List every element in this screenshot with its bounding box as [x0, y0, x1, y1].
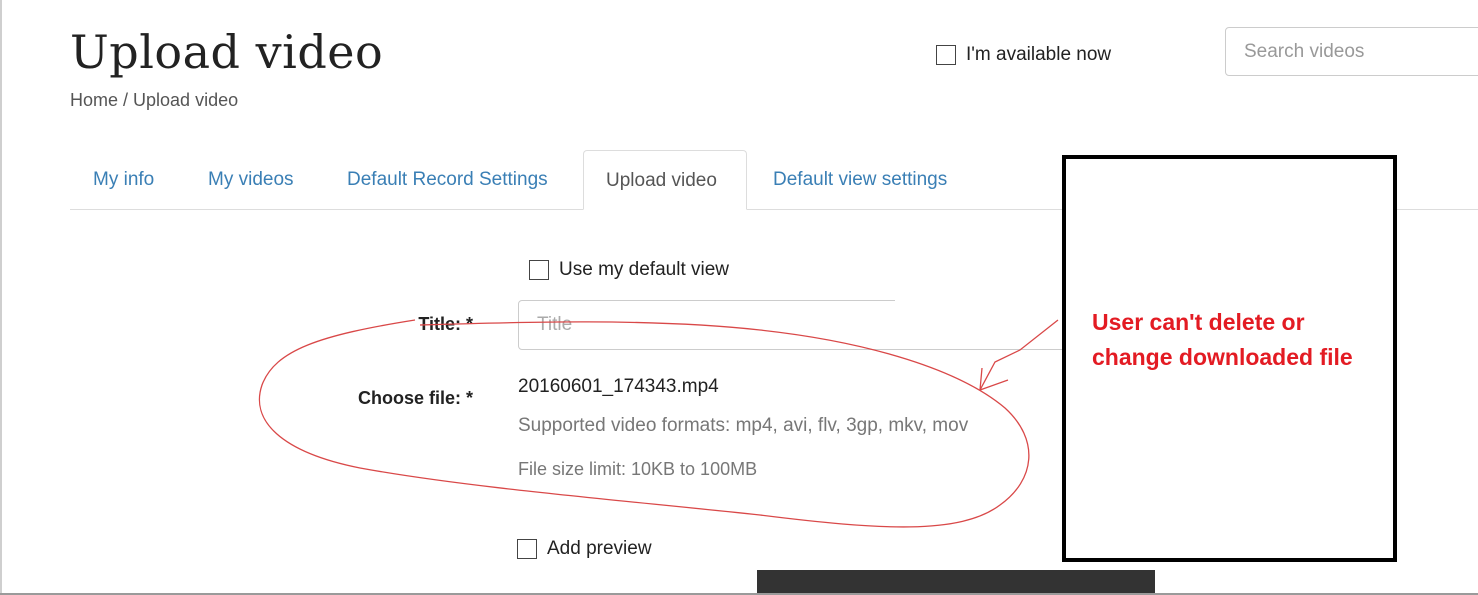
search-input[interactable]	[1225, 27, 1478, 76]
breadcrumb-current: Upload video	[133, 90, 239, 110]
default-view-label: Use my default view	[559, 259, 730, 280]
tab-default-view-settings[interactable]: Default view settings	[773, 150, 947, 210]
availability-checkbox[interactable]	[936, 45, 956, 65]
breadcrumb: Home / Upload video	[70, 90, 238, 111]
annotation-text: User can't delete or change downloaded f…	[1092, 309, 1353, 370]
bottom-dark-bar	[757, 570, 1155, 595]
breadcrumb-separator: /	[118, 90, 134, 110]
tab-my-videos[interactable]: My videos	[208, 150, 294, 210]
supported-formats-help: Supported video formats: mp4, avi, flv, …	[518, 415, 969, 436]
availability-toggle[interactable]: I'm available now	[936, 44, 1111, 66]
availability-label: I'm available now	[966, 44, 1112, 65]
tab-default-record-settings[interactable]: Default Record Settings	[347, 150, 548, 210]
add-preview-option[interactable]: Add preview	[517, 538, 652, 560]
chosen-file-name[interactable]: 20160601_174343.mp4	[518, 376, 719, 398]
choose-file-label: Choose file: *	[357, 388, 473, 408]
file-size-help: File size limit: 10KB to 100MB	[518, 459, 758, 479]
add-preview-label: Add preview	[547, 538, 652, 559]
default-view-option[interactable]: Use my default view	[529, 259, 729, 281]
redaction-patch	[895, 235, 1065, 335]
page-left-border	[0, 0, 2, 595]
page-title: Upload video	[70, 25, 384, 79]
add-preview-checkbox[interactable]	[517, 539, 537, 559]
breadcrumb-home-link[interactable]: Home	[70, 90, 118, 110]
default-view-checkbox[interactable]	[529, 260, 549, 280]
tab-my-info[interactable]: My info	[93, 150, 154, 210]
title-label: Title: *	[418, 314, 473, 334]
tab-upload-video[interactable]: Upload video	[583, 150, 747, 210]
annotation-box: User can't delete or change downloaded f…	[1062, 155, 1397, 562]
